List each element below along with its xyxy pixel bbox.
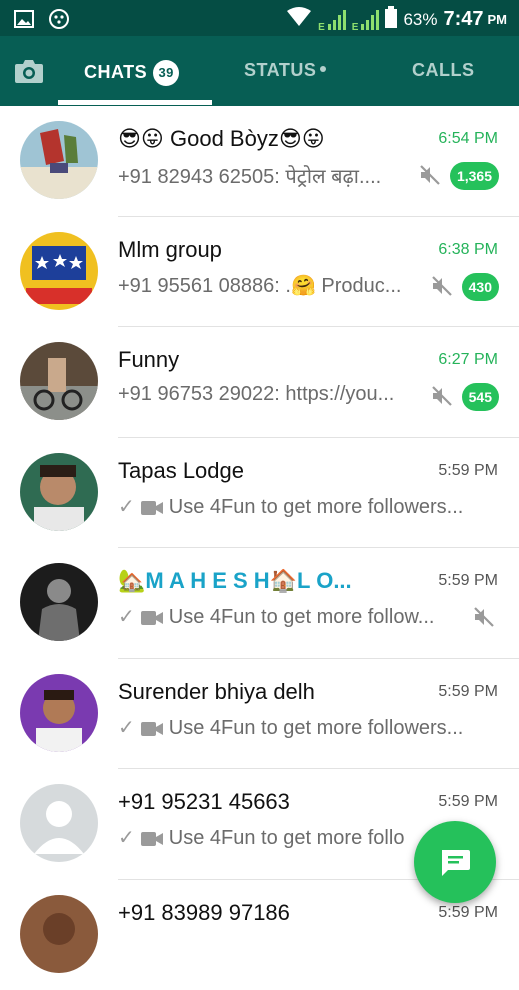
chat-preview: ✓Use 4Fun to get more follo	[118, 825, 404, 853]
chat-name: Surender bhiya delh	[118, 679, 315, 705]
video-icon	[141, 499, 163, 522]
chat-row[interactable]: Tapas Lodge 5:59 PM ✓Use 4Fun to get mor…	[0, 438, 519, 549]
unread-count-badge: 430	[462, 273, 499, 301]
gallery-icon	[14, 10, 34, 33]
chat-preview: ✓Use 4Fun to get more followers...	[118, 494, 463, 522]
avatar	[20, 674, 98, 752]
avatar	[20, 563, 98, 641]
battery-icon	[385, 6, 397, 33]
chat-name: Funny	[118, 347, 179, 373]
default-avatar-icon	[20, 784, 98, 862]
sent-check-icon: ✓	[118, 715, 135, 740]
battery-percent: 63%	[403, 10, 437, 30]
signal-icon-2	[361, 10, 379, 30]
mute-icon	[473, 606, 495, 633]
camera-icon[interactable]	[14, 58, 44, 89]
tab-bar: CHATS39 STATUS CALLS	[0, 36, 519, 106]
unread-count-badge: 1,365	[450, 162, 499, 190]
mute-icon	[431, 275, 453, 302]
chat-time: 5:59 PM	[438, 683, 498, 701]
chat-preview: +91 95561 08886: .🤗 Produc...	[118, 273, 401, 298]
chat-time: 6:54 PM	[438, 130, 498, 148]
tab-chats[interactable]: CHATS39	[84, 60, 179, 86]
chat-preview: +91 82943 62505: पेट्रोल बढ़ा....	[118, 162, 381, 189]
new-chat-icon	[439, 848, 471, 878]
chats-unread-badge: 39	[153, 60, 179, 86]
video-icon	[141, 609, 163, 632]
sent-check-icon: ✓	[118, 604, 135, 629]
avatar	[20, 121, 98, 199]
mute-icon	[431, 385, 453, 412]
status-dot	[320, 66, 326, 72]
chat-name: Tapas Lodge	[118, 458, 244, 484]
whatsapp-notification-icon	[48, 8, 70, 35]
chat-time: 6:27 PM	[438, 351, 498, 369]
chat-time: 5:59 PM	[438, 462, 498, 480]
chat-preview: ✓Use 4Fun to get more follow...	[118, 604, 434, 632]
video-icon	[141, 720, 163, 743]
chat-time: 6:38 PM	[438, 241, 498, 259]
mute-icon	[419, 164, 441, 191]
chat-name: +91 95231 45663	[118, 789, 290, 815]
chat-name: 🏡M A H E S H🏠L O...	[118, 568, 352, 594]
chat-row[interactable]: 😎😛 Good Bòyz😎😛 6:54 PM +91 82943 62505: …	[0, 106, 519, 217]
chat-row[interactable]: 🏡M A H E S H🏠L O... 5:59 PM ✓Use 4Fun to…	[0, 548, 519, 659]
chat-time: 5:59 PM	[438, 793, 498, 811]
wifi-icon	[286, 7, 312, 32]
active-tab-indicator	[58, 100, 212, 105]
clock: 7:47	[443, 8, 483, 31]
video-icon	[141, 830, 163, 853]
avatar	[20, 895, 98, 973]
status-bar: E E 63% 7:47 PM	[0, 0, 519, 36]
unread-count-badge: 545	[462, 383, 499, 411]
sent-check-icon: ✓	[118, 825, 135, 850]
chat-preview: +91 96753 29022: https://you...	[118, 383, 394, 406]
sent-check-icon: ✓	[118, 494, 135, 519]
avatar	[20, 232, 98, 310]
chat-name: Mlm group	[118, 237, 222, 263]
tab-calls[interactable]: CALLS	[412, 60, 475, 81]
chat-time: 5:59 PM	[438, 572, 498, 590]
chat-name: +91 83989 97186	[118, 900, 290, 926]
new-chat-button[interactable]	[414, 821, 496, 903]
signal-icon	[328, 10, 346, 30]
avatar	[20, 453, 98, 531]
chat-row[interactable]: Surender bhiya delh 5:59 PM ✓Use 4Fun to…	[0, 659, 519, 770]
chat-row[interactable]: Mlm group 6:38 PM +91 95561 08886: .🤗 Pr…	[0, 217, 519, 328]
avatar	[20, 342, 98, 420]
chat-time: 5:59 PM	[438, 904, 498, 922]
chat-row[interactable]: Funny 6:27 PM +91 96753 29022: https://y…	[0, 327, 519, 438]
chat-name: 😎😛 Good Bòyz😎😛	[118, 126, 325, 152]
tab-status[interactable]: STATUS	[244, 60, 326, 81]
chat-preview: ✓Use 4Fun to get more followers...	[118, 715, 463, 743]
